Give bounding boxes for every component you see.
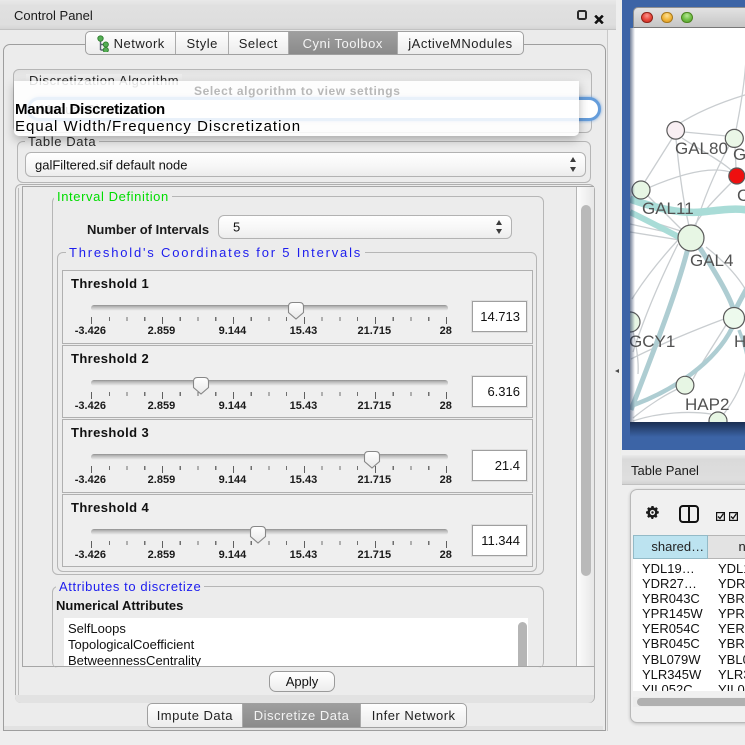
- svg-text:GAL4: GAL4: [690, 251, 733, 270]
- svg-text:GA: GA: [733, 145, 745, 164]
- svg-text:HAP4: HAP4: [734, 332, 745, 351]
- svg-text:C: C: [737, 186, 745, 205]
- svg-text:GAL11: GAL11: [642, 199, 694, 218]
- svg-text:HAP2: HAP2: [685, 395, 729, 414]
- svg-text:GAL80: GAL80: [675, 139, 728, 158]
- svg-text:GCY1: GCY1: [630, 332, 675, 351]
